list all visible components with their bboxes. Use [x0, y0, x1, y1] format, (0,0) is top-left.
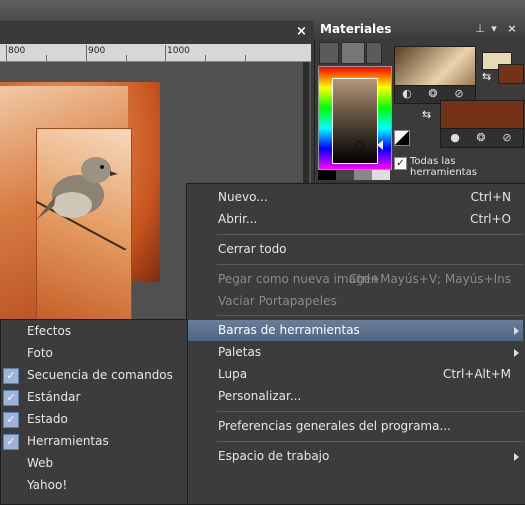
swap-materials-icon[interactable]: ⇆: [422, 108, 431, 121]
tab-swatches[interactable]: [366, 42, 382, 64]
pin-icon[interactable]: ⊥: [474, 22, 486, 36]
menu-item-open[interactable]: Abrir... Ctrl+O: [187, 209, 523, 230]
color-marker[interactable]: [355, 141, 364, 150]
menu-item-shortcut: Ctrl+O: [470, 212, 511, 226]
submenu-item-label: Foto: [27, 346, 53, 360]
submenu-item-label: Estado: [27, 412, 68, 426]
menu-item-workspace[interactable]: Espacio de trabajo: [187, 446, 523, 467]
all-tools-checkbox[interactable]: ✓: [394, 157, 407, 170]
submenu-arrow-icon: [514, 349, 519, 357]
menu-item-label: Paletas: [218, 345, 262, 359]
submenu-item-label: Yahoo!: [27, 478, 68, 492]
transparent-icon[interactable]: ⊘: [498, 130, 516, 145]
horizontal-ruler: 800 900 1000: [0, 44, 311, 62]
style-color-icon[interactable]: ●: [446, 130, 464, 145]
all-tools-label: Todas las herramientas: [410, 156, 477, 178]
materials-title: Materiales: [320, 22, 392, 36]
menu-item-paste-new-image: Pegar como nueva imagen Ctrl+Mayús+V; Ma…: [187, 269, 523, 290]
submenu-item-web[interactable]: Web: [1, 453, 185, 474]
submenu-item-label: Herramientas: [27, 434, 109, 448]
menu-item-shortcut: Ctrl+N: [470, 190, 511, 204]
submenu-item-label: Web: [27, 456, 54, 470]
menu-separator: [217, 411, 523, 412]
menu-item-customize[interactable]: Personalizar...: [187, 386, 523, 407]
ruler-label: 800: [8, 46, 26, 56]
menu-item-label: Barras de herramientas: [218, 323, 360, 337]
texture-icon[interactable]: ❂: [424, 86, 442, 101]
submenu-arrow-icon: [514, 453, 519, 461]
submenu-item-script[interactable]: ✓ Secuencia de comandos: [1, 365, 185, 386]
style-color-icon[interactable]: ◐: [398, 86, 416, 101]
menu-item-label: Personalizar...: [218, 389, 302, 403]
menu-item-palettes[interactable]: Paletas: [187, 342, 523, 363]
menu-item-magnifier[interactable]: Lupa Ctrl+Alt+M: [187, 364, 523, 385]
checkmark-icon: ✓: [3, 412, 19, 428]
menu-item-clear-clipboard: Vaciar Portapapeles: [187, 291, 523, 312]
submenu-arrow-icon: [514, 327, 519, 335]
menu-item-label: Cerrar todo: [218, 242, 287, 256]
menu-item-label: Abrir...: [218, 212, 258, 226]
checkmark-icon: ✓: [3, 390, 19, 406]
menu-item-toolbars[interactable]: Barras de herramientas: [187, 320, 523, 341]
submenu-item-tools[interactable]: ✓ Herramientas: [1, 431, 185, 452]
tab-frame-palette[interactable]: [319, 42, 339, 64]
ruler-label: 1000: [167, 46, 190, 56]
submenu-item-label: Efectos: [27, 324, 72, 338]
submenu-item-standard[interactable]: ✓ Estándar: [1, 387, 185, 408]
app-toolbar-strip: [0, 0, 525, 21]
grayscale-swatches[interactable]: [318, 170, 390, 180]
saturation-value-box[interactable]: [332, 78, 378, 164]
background-color-swatch[interactable]: [498, 64, 524, 84]
menu-separator: [217, 234, 523, 235]
submenu-item-status[interactable]: ✓ Estado: [1, 409, 185, 430]
submenu-item-label: Estándar: [27, 390, 81, 404]
menu-item-preferences[interactable]: Preferencias generales del programa...: [187, 416, 523, 437]
menu-item-label: Preferencias generales del programa...: [218, 419, 451, 433]
menu-item-shortcut: Ctrl+Mayús+V; Mayús+Ins: [348, 272, 511, 286]
menu-item-close-all[interactable]: Cerrar todo: [187, 239, 523, 260]
menu-item-new[interactable]: Nuevo... Ctrl+N: [187, 187, 523, 208]
menu-item-label: Espacio de trabajo: [218, 449, 330, 463]
submenu-item-yahoo[interactable]: Yahoo!: [1, 475, 185, 496]
panel-close-button[interactable]: ×: [506, 22, 518, 36]
black-white-reset-icon[interactable]: [394, 130, 410, 146]
checkmark-icon: ✓: [3, 368, 19, 384]
submenu-item-effects[interactable]: Efectos: [1, 321, 185, 342]
menu-separator: [217, 441, 523, 442]
menu-icon[interactable]: ▾: [488, 22, 500, 36]
submenu-item-photo[interactable]: Foto: [1, 343, 185, 364]
texture-icon[interactable]: ❂: [472, 130, 490, 145]
checkmark-icon: ✓: [3, 434, 19, 450]
menu-item-shortcut: Ctrl+Alt+M: [442, 367, 511, 381]
tab-rainbow-palette[interactable]: [341, 42, 365, 64]
hue-slider-arrow[interactable]: [377, 140, 383, 150]
menu-item-label: Vaciar Portapapeles: [218, 294, 337, 308]
menu-item-label: Nuevo...: [218, 190, 268, 204]
menu-separator: [217, 315, 523, 316]
submenu-item-label: Secuencia de comandos: [27, 368, 173, 382]
transparent-icon[interactable]: ⊘: [450, 86, 468, 101]
menu-separator: [217, 264, 523, 265]
ruler-label: 900: [88, 46, 106, 56]
menu-item-label: Lupa: [218, 367, 248, 381]
document-close-button[interactable]: ×: [296, 25, 308, 39]
swap-colors-icon[interactable]: ⇆: [482, 70, 491, 83]
